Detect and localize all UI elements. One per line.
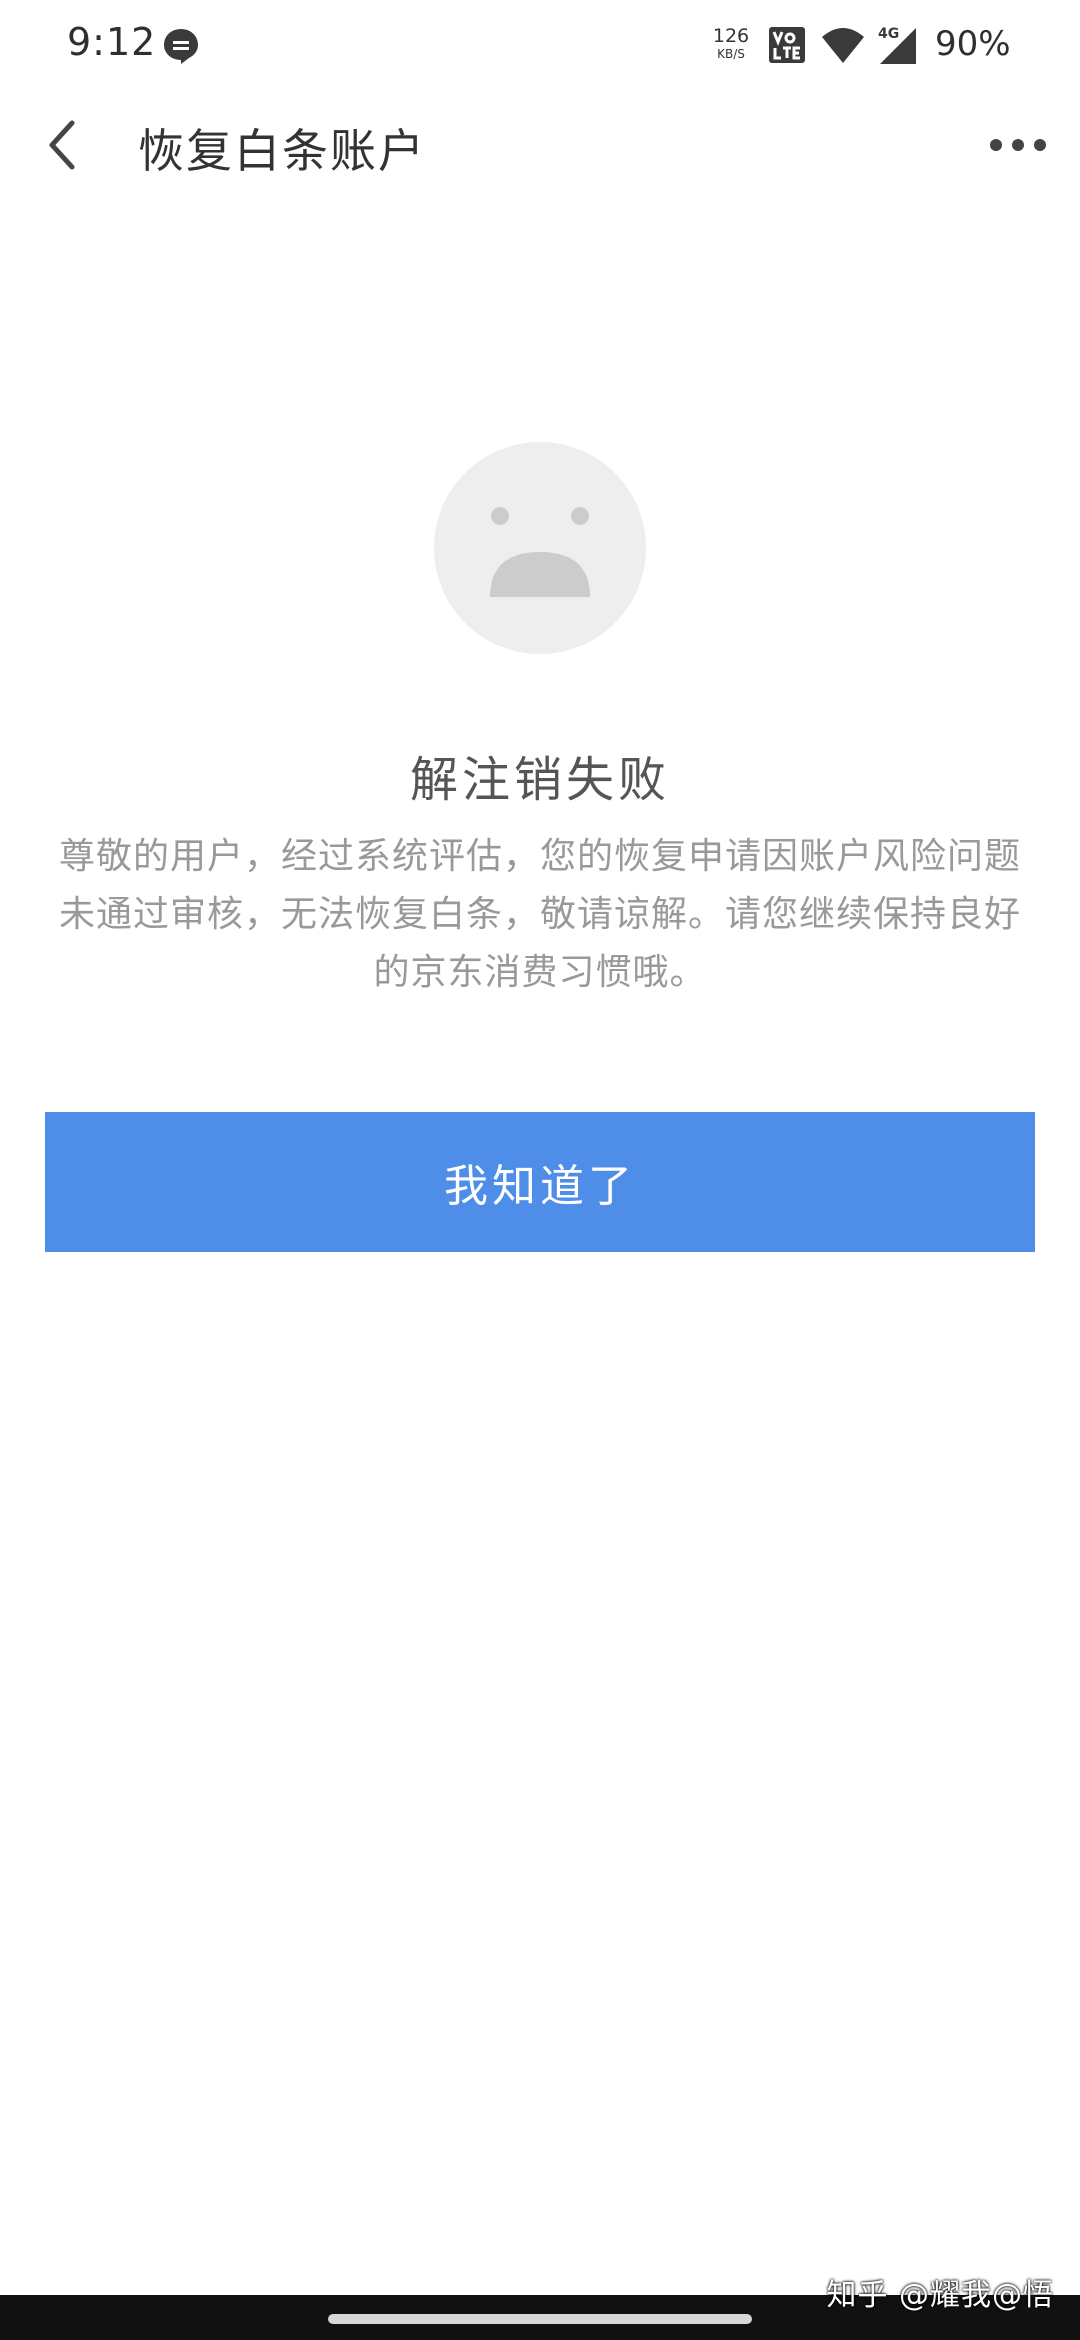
status-time: 9:12 — [67, 20, 157, 64]
sad-face-icon — [434, 442, 646, 654]
watermark: 知乎 @耀我@悟 — [826, 2278, 1054, 2313]
home-indicator[interactable] — [328, 2314, 752, 2324]
more-dots-icon — [990, 139, 1046, 151]
wifi-icon — [822, 28, 864, 63]
back-button[interactable] — [30, 113, 94, 177]
network-type-label: 4G — [878, 26, 899, 42]
confirm-button[interactable]: 我知道了 — [45, 1112, 1035, 1252]
more-options-button[interactable] — [978, 113, 1058, 177]
cell-signal-icon: 4G — [878, 26, 916, 64]
network-speed-value: 126 — [712, 25, 750, 47]
battery-percent: 90% — [935, 24, 1011, 64]
result-message: 尊敬的用户，经过系统评估，您的恢复申请因账户风险问题未通过审核，无法恢复白条，敬… — [58, 836, 1021, 993]
nav-bar: 恢复白条账户 — [0, 95, 1080, 195]
page-title: 恢复白条账户 — [138, 124, 426, 178]
result-title: 解注销失败 — [409, 752, 670, 808]
chevron-left-icon — [49, 120, 75, 170]
volte-icon — [769, 27, 805, 63]
screen: 9:12 126 KB/S 4G 90% 恢复白条账户 解注销失败 尊敬的用户，… — [0, 0, 1080, 2340]
status-bar: 9:12 126 KB/S 4G 90% — [0, 0, 1080, 95]
network-speed: 126 KB/S — [708, 25, 754, 61]
network-speed-unit: KB/S — [717, 47, 745, 61]
message-notification-icon — [164, 29, 198, 64]
